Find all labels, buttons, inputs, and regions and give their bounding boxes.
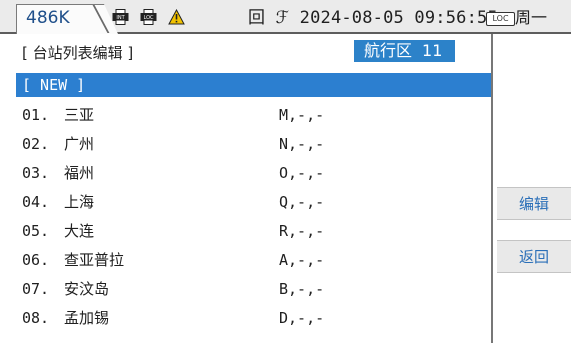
station-name: 三亚 [64,106,95,124]
station-name: 安汶岛 [64,280,110,298]
station-name: 大连 [64,222,95,240]
station-code: A,-,- [279,251,325,269]
loc-printer-label: LOC [143,15,154,21]
station-number: 01. [22,106,50,124]
page-title: [ 台站列表编辑 ] [22,44,134,62]
station-number: 03. [22,164,50,182]
station-number: 02. [22,135,50,153]
loc-printer-icon: LOC [140,9,157,25]
station-row[interactable]: 06. 查亚普拉 A,-,- [22,247,482,273]
int-printer-icon: INT [112,9,129,25]
new-station-item[interactable]: [ NEW ] [16,73,491,97]
station-code: O,-,- [279,164,325,182]
station-name: 广州 [64,135,95,153]
int-printer-label: INT [116,15,125,21]
loc-badge: LOC [486,12,515,26]
nav-zone-label: 航行区 [364,41,413,60]
station-name: 上海 [64,193,95,211]
station-code: M,-,- [279,106,325,124]
panel-divider [491,34,493,343]
datetime-display: 回 ℱ 2024-08-05 09:56:55 [248,8,498,28]
station-code: N,-,- [279,135,325,153]
station-row[interactable]: 03. 福州 O,-,- [22,160,482,186]
station-name: 查亚普拉 [64,251,125,269]
station-code: D,-,- [279,309,325,327]
nav-zone-badge: 航行区 11 [354,40,455,62]
station-row[interactable]: 02. 广州 N,-,- [22,131,482,157]
station-row[interactable]: 04. 上海 Q,-,- [22,189,482,215]
weekday-display: 周一 [515,8,548,27]
station-number: 06. [22,251,50,269]
nav-zone-number: 11 [422,41,443,60]
frequency-label: 486K [26,8,70,28]
station-code: Q,-,- [279,193,325,211]
station-row[interactable]: 01. 三亚 M,-,- [22,102,482,128]
station-number: 05. [22,222,50,240]
station-name: 福州 [64,164,95,182]
status-bar: 486K INT LOC 回 ℱ 2024-08-05 09:56:55 LOC… [0,0,571,34]
station-number: 08. [22,309,50,327]
station-code: B,-,- [279,280,325,298]
station-row[interactable]: 07. 安汶岛 B,-,- [22,276,482,302]
station-number: 07. [22,280,50,298]
station-row[interactable]: 08. 孟加锡 D,-,- [22,305,482,331]
station-row[interactable]: 05. 大连 R,-,- [22,218,482,244]
back-button[interactable]: 返回 [497,240,571,273]
station-code: R,-,- [279,222,325,240]
warning-icon [168,9,185,25]
edit-button[interactable]: 编辑 [497,187,571,220]
station-number: 04. [22,193,50,211]
station-name: 孟加锡 [64,309,110,327]
